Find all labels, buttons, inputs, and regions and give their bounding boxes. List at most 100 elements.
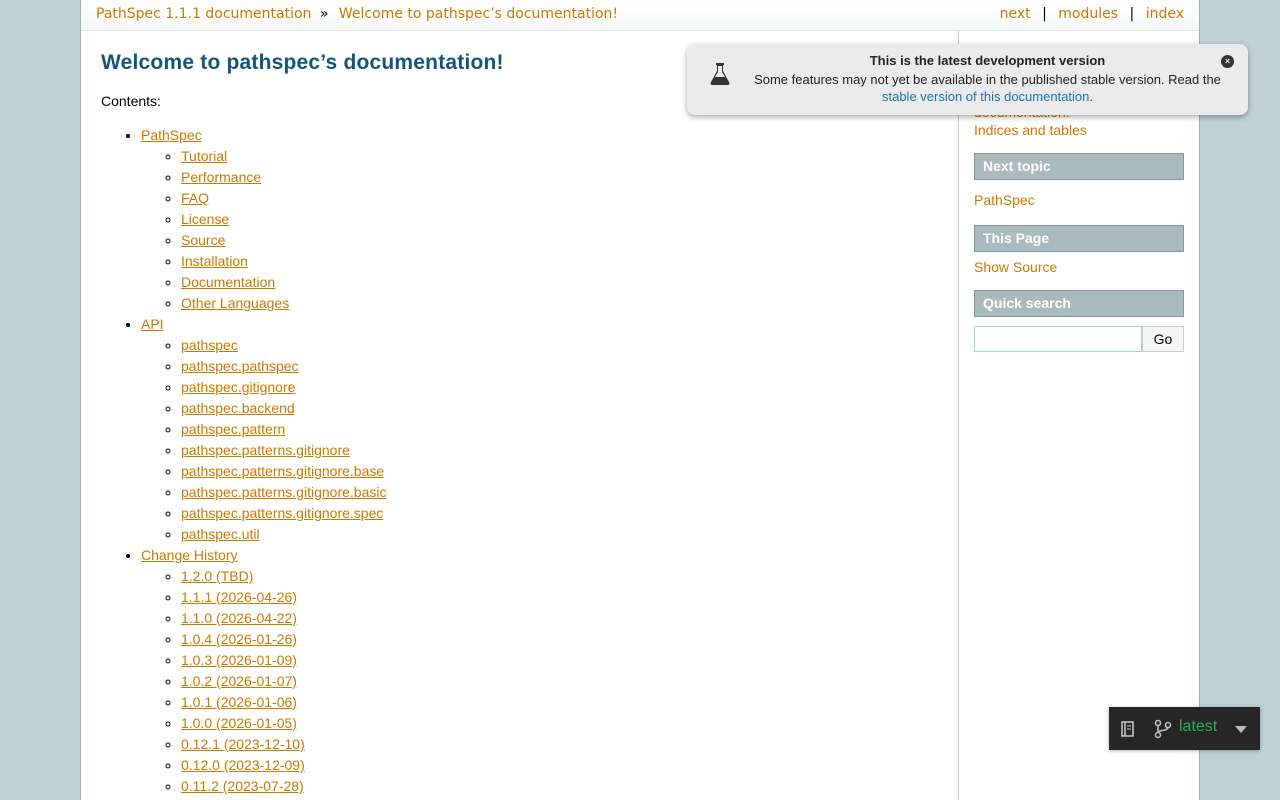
toc-item-link[interactable]: pathspec.patterns.gitignore.basic	[181, 484, 386, 500]
toc-item: Source	[181, 230, 386, 251]
toc-item: Other Languages	[181, 293, 386, 314]
caret-down-icon[interactable]	[1235, 726, 1247, 733]
toc-item: pathspec.pathspec	[181, 356, 386, 377]
toc-item: pathspec	[181, 335, 386, 356]
modules-link[interactable]: modules	[1058, 6, 1118, 22]
toc-item: 1.0.1 (2026-01-06)	[181, 692, 386, 713]
toc-item: pathspec.gitignore	[181, 377, 386, 398]
toc-item: pathspec.patterns.gitignore.spec	[181, 503, 386, 524]
toc-item: Documentation	[181, 272, 386, 293]
breadcrumb-current-link[interactable]: Welcome to pathspec’s documentation!	[339, 6, 618, 22]
toc-item-link[interactable]: Other Languages	[181, 295, 289, 311]
next-topic-heading: Next topic	[974, 153, 1184, 180]
toc-item-link[interactable]: 1.1.0 (2026-04-22)	[181, 610, 297, 626]
notice-message-text: Some features may not yet be available i…	[754, 72, 1221, 87]
toc-sublist: 1.2.0 (TBD) 1.1.1 (2026-04-26) 1.1.0 (2026…	[141, 566, 386, 797]
toc-item: 1.0.4 (2026-01-26)	[181, 629, 386, 650]
notice-title: This is the latest development version	[869, 53, 1106, 68]
next-link[interactable]: next	[1000, 6, 1031, 22]
toc-item: pathspec.backend	[181, 398, 386, 419]
toc-item-link[interactable]: 1.2.0 (TBD)	[181, 568, 253, 584]
toc-section-link[interactable]: PathSpec	[141, 127, 202, 143]
nav-separator: |	[1042, 6, 1047, 22]
toc-item: License	[181, 209, 386, 230]
toc-item-link[interactable]: Tutorial	[181, 148, 227, 164]
toc-item: Installation	[181, 251, 386, 272]
toc-item: pathspec.patterns.gitignore	[181, 440, 386, 461]
toc-section: Change History 1.2.0 (TBD) 1.1.1 (2026-04-…	[141, 545, 386, 797]
quick-search-heading: Quick search	[974, 290, 1184, 317]
toc-item-link[interactable]: Source	[181, 232, 225, 248]
this-page-heading: This Page	[974, 225, 1184, 252]
next-topic-link[interactable]: PathSpec	[974, 192, 1035, 208]
toc-item-link[interactable]: 1.1.1 (2026-04-26)	[181, 589, 297, 605]
toc-section: PathSpec Tutorial Performance FAQ License Sou…	[141, 125, 386, 314]
toc-section: API pathspec pathspec.pathspec pathspec.git…	[141, 314, 386, 545]
toc-item: FAQ	[181, 188, 386, 209]
related-nav-links: next | modules | index	[1000, 6, 1184, 22]
nav-separator: |	[1129, 6, 1135, 22]
version-selector[interactable]: latest	[1109, 707, 1260, 750]
git-branch-icon	[1154, 719, 1172, 739]
toc-item: 1.1.0 (2026-04-22)	[181, 608, 386, 629]
toc-section-link[interactable]: API	[141, 316, 164, 332]
close-icon[interactable]: ×	[1221, 55, 1234, 68]
page-title: Welcome to pathspec’s documentation!	[101, 51, 504, 74]
toc-section-link[interactable]: Change History	[141, 547, 238, 563]
breadcrumb-separator: »	[319, 6, 329, 22]
toc-item: 1.0.2 (2026-01-07)	[181, 671, 386, 692]
toc-item: Performance	[181, 167, 386, 188]
stable-docs-link[interactable]: stable version of this documentation	[882, 89, 1089, 104]
toc-item: 0.12.1 (2023-12-10)	[181, 734, 386, 755]
toc-item: Tutorial	[181, 146, 386, 167]
show-source-link[interactable]: Show Source	[974, 259, 1057, 275]
toc-item: pathspec.pattern	[181, 419, 386, 440]
toc-item-link[interactable]: pathspec.pattern	[181, 421, 285, 437]
toc-item-link[interactable]: Performance	[181, 169, 261, 185]
toc-item-link[interactable]: 1.0.1 (2026-01-06)	[181, 694, 297, 710]
toc-item: 0.12.0 (2023-12-09)	[181, 755, 386, 776]
toc-item: 1.0.3 (2026-01-09)	[181, 650, 386, 671]
book-icon	[1121, 721, 1134, 737]
indices-and-tables-link[interactable]: Indices and tables	[974, 122, 1087, 138]
toc-item-link[interactable]: pathspec.patterns.gitignore.spec	[181, 505, 383, 521]
toc-item-link[interactable]: 0.12.1 (2023-12-10)	[181, 736, 305, 752]
index-link[interactable]: index	[1146, 6, 1184, 22]
breadcrumb: PathSpec 1.1.1 documentation » Welcome t…	[96, 6, 618, 22]
toc-item-link[interactable]: 0.11.2 (2023-07-28)	[181, 778, 304, 794]
toc-sublist: Tutorial Performance FAQ License Source Insta…	[141, 146, 386, 314]
toc-item-link[interactable]: 1.0.3 (2026-01-09)	[181, 652, 297, 668]
flask-icon	[710, 63, 730, 85]
toc-item-link[interactable]: pathspec.patterns.gitignore	[181, 442, 350, 458]
top-related-bar: PathSpec 1.1.1 documentation » Welcome t…	[81, 0, 1199, 31]
breadcrumb-home-link[interactable]: PathSpec 1.1.1 documentation	[96, 6, 311, 22]
toc-item: 1.0.0 (2026-01-05)	[181, 713, 386, 734]
toc-item-link[interactable]: pathspec.gitignore	[181, 379, 295, 395]
toc-item: pathspec.patterns.gitignore.base	[181, 461, 386, 482]
quick-search-form: Go	[974, 326, 1184, 352]
toc-item-link[interactable]: Installation	[181, 253, 248, 269]
toc-item-link[interactable]: 1.0.4 (2026-01-26)	[181, 631, 297, 647]
toc-item-link[interactable]: Documentation	[181, 274, 275, 290]
toc-item: 0.11.2 (2023-07-28)	[181, 776, 386, 797]
toc-item-link[interactable]: pathspec.backend	[181, 400, 295, 416]
search-go-button[interactable]: Go	[1142, 326, 1184, 352]
toc-item-link[interactable]: 0.12.0 (2023-12-09)	[181, 757, 305, 773]
toc-item-link[interactable]: pathspec.patterns.gitignore.base	[181, 463, 384, 479]
contents-label: Contents:	[101, 93, 161, 109]
sidebar-divider	[958, 31, 959, 800]
search-input[interactable]	[974, 326, 1142, 352]
toc-item-link[interactable]: 1.0.2 (2026-01-07)	[181, 673, 297, 689]
dev-version-notice: This is the latest development version S…	[687, 44, 1248, 115]
toc-item-link[interactable]: 1.0.0 (2026-01-05)	[181, 715, 297, 731]
toc-item: 1.2.0 (TBD)	[181, 566, 386, 587]
toc-item: pathspec.patterns.gitignore.basic	[181, 482, 386, 503]
toc-item-link[interactable]: FAQ	[181, 190, 209, 206]
toc-item-link[interactable]: pathspec.util	[181, 526, 260, 542]
toc-item-link[interactable]: License	[181, 211, 229, 227]
toc-item-link[interactable]: pathspec	[181, 337, 238, 353]
toc-item-link[interactable]: pathspec.pathspec	[181, 358, 299, 374]
table-of-contents: PathSpec Tutorial Performance FAQ License Sou…	[101, 125, 386, 797]
version-label: latest	[1179, 718, 1218, 735]
notice-message-end: .	[1089, 89, 1094, 104]
